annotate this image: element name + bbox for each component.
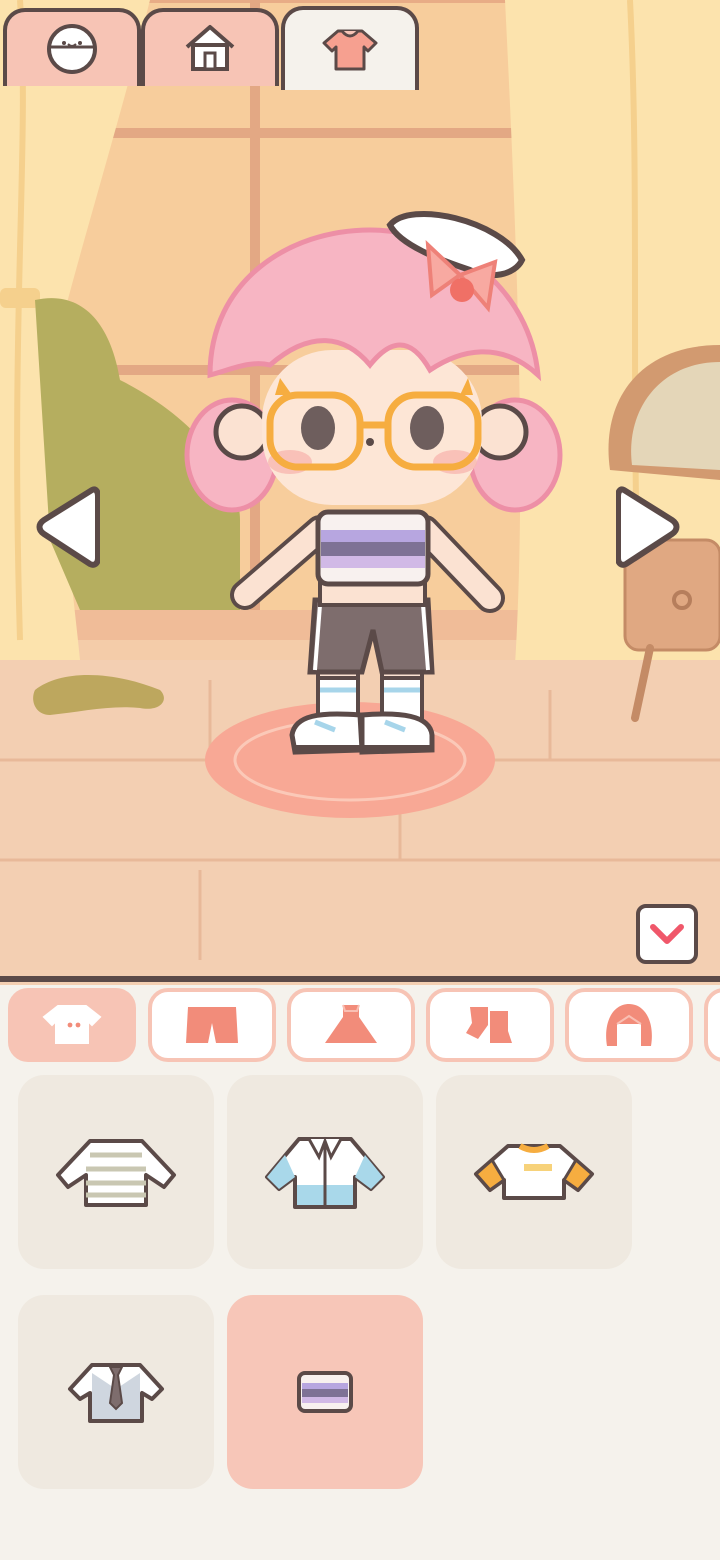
triangle-left-icon [36, 486, 100, 568]
room-scene [0, 0, 720, 985]
striped-sweater-icon [56, 1139, 176, 1207]
category-more[interactable] [704, 988, 720, 1062]
face-icon [47, 24, 97, 74]
shirt-icon [322, 29, 378, 71]
tab-face[interactable] [3, 8, 141, 86]
item-denim-jacket[interactable] [227, 1075, 423, 1269]
collapse-panel-button[interactable] [636, 904, 698, 964]
item-vest-with-tie[interactable] [18, 1295, 214, 1489]
socks-icon [466, 1007, 512, 1043]
category-dresses[interactable] [287, 988, 415, 1062]
clothing-category-bar [0, 985, 720, 1065]
house-icon [185, 25, 235, 71]
triangle-right-icon [616, 486, 680, 568]
chevron-down-icon [650, 924, 684, 944]
item-striped-crop-top[interactable] [227, 1295, 423, 1489]
tab-bar-divider [0, 976, 720, 982]
hair-icon [606, 1004, 652, 1046]
item-yellow-sleeve-shirt[interactable] [436, 1075, 632, 1269]
dress-icon [325, 1004, 377, 1043]
item-striped-sweater[interactable] [18, 1075, 214, 1269]
tab-room[interactable] [141, 8, 279, 86]
category-hair[interactable] [565, 988, 693, 1062]
top-icon [42, 1005, 102, 1044]
shorts-icon [186, 1007, 238, 1043]
previous-character-button[interactable] [36, 482, 100, 572]
striped-crop-top-icon [297, 1371, 353, 1413]
category-socks[interactable] [426, 988, 554, 1062]
category-bottoms[interactable] [148, 988, 276, 1062]
next-character-button[interactable] [616, 482, 680, 572]
category-tops[interactable] [8, 988, 136, 1062]
tab-clothing[interactable] [281, 6, 419, 90]
character-avatar[interactable] [170, 200, 590, 770]
yellow-sleeve-shirt-icon [473, 1143, 595, 1200]
denim-jacket-icon [265, 1136, 385, 1209]
vest-with-tie-icon [68, 1363, 164, 1423]
